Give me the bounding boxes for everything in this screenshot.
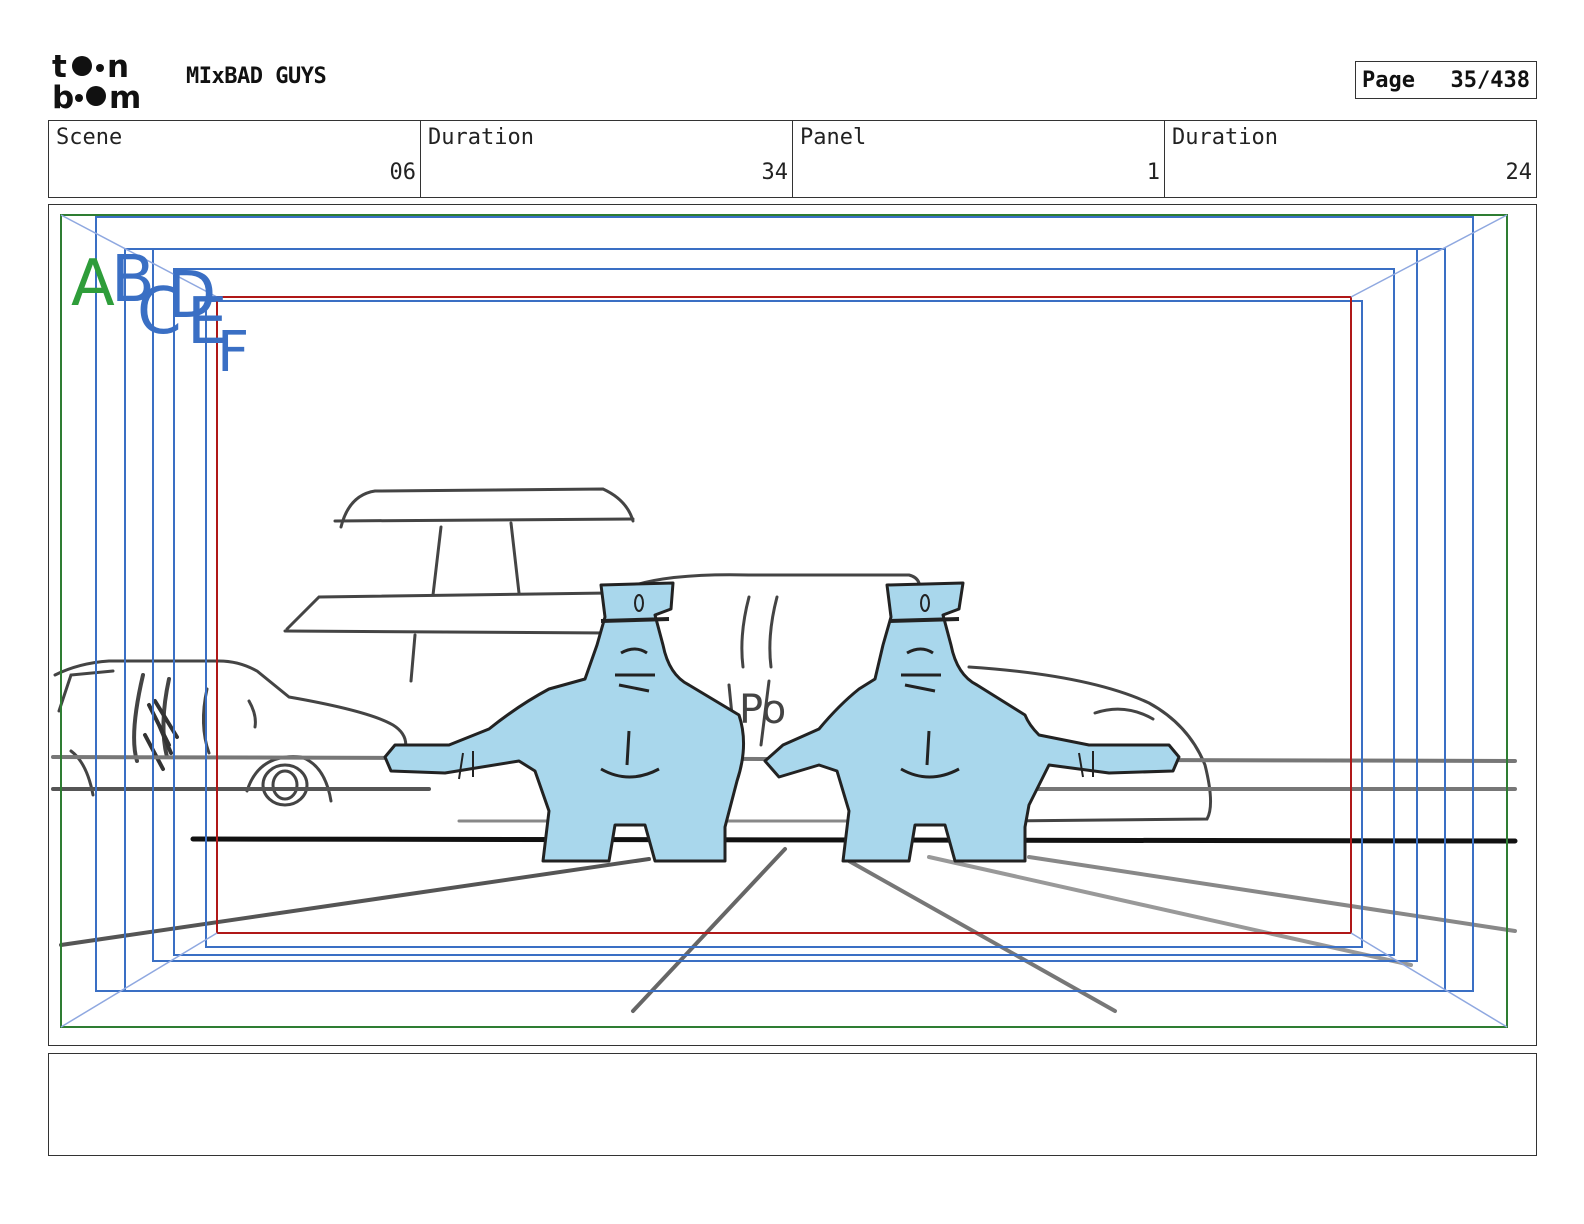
caption-box [48, 1053, 1537, 1156]
toonboom-logo: t n b m [52, 50, 141, 112]
storyboard-panel: Po A B C D E F [48, 204, 1537, 1046]
panel-duration-cell: Duration 24 [1165, 121, 1536, 197]
svg-text:b: b [52, 80, 74, 112]
scene-duration-label: Duration [428, 125, 534, 150]
field-frame-d [152, 248, 1418, 962]
panel-value: 1 [1146, 160, 1160, 185]
page-number: 35/438 [1450, 67, 1530, 93]
scene-info-table: Scene 06 Duration 34 Panel 1 Duration 24 [48, 120, 1537, 198]
panel-sketch: Po A B C D E F [51, 214, 1518, 1028]
field-frame-b [95, 216, 1474, 992]
project-title: MIxBAD GUYS [186, 64, 327, 89]
safe-area-frame-a [60, 214, 1508, 1028]
scene-value: 06 [389, 160, 417, 185]
field-guide-letters: A B C D E F [71, 243, 249, 385]
scene-duration-value: 34 [761, 160, 789, 185]
svg-text:m: m [109, 80, 141, 112]
panel-duration-label: Duration [1172, 125, 1278, 150]
scene-duration-cell: Duration 34 [421, 121, 793, 197]
field-guides [60, 214, 1508, 1028]
scene-label: Scene [56, 125, 123, 150]
guard-character-left [383, 581, 746, 863]
guide-letter-a: A [71, 247, 115, 321]
panel-cell: Panel 1 [793, 121, 1165, 197]
page-label: Page [1362, 67, 1415, 93]
scene-cell: Scene 06 [49, 121, 421, 197]
field-frame-c [124, 248, 1446, 992]
panel-label: Panel [800, 125, 867, 150]
page-indicator: Page 35/438 [1355, 61, 1537, 99]
panel-duration-value: 24 [1505, 160, 1533, 185]
guide-letter-f: F [217, 320, 249, 385]
